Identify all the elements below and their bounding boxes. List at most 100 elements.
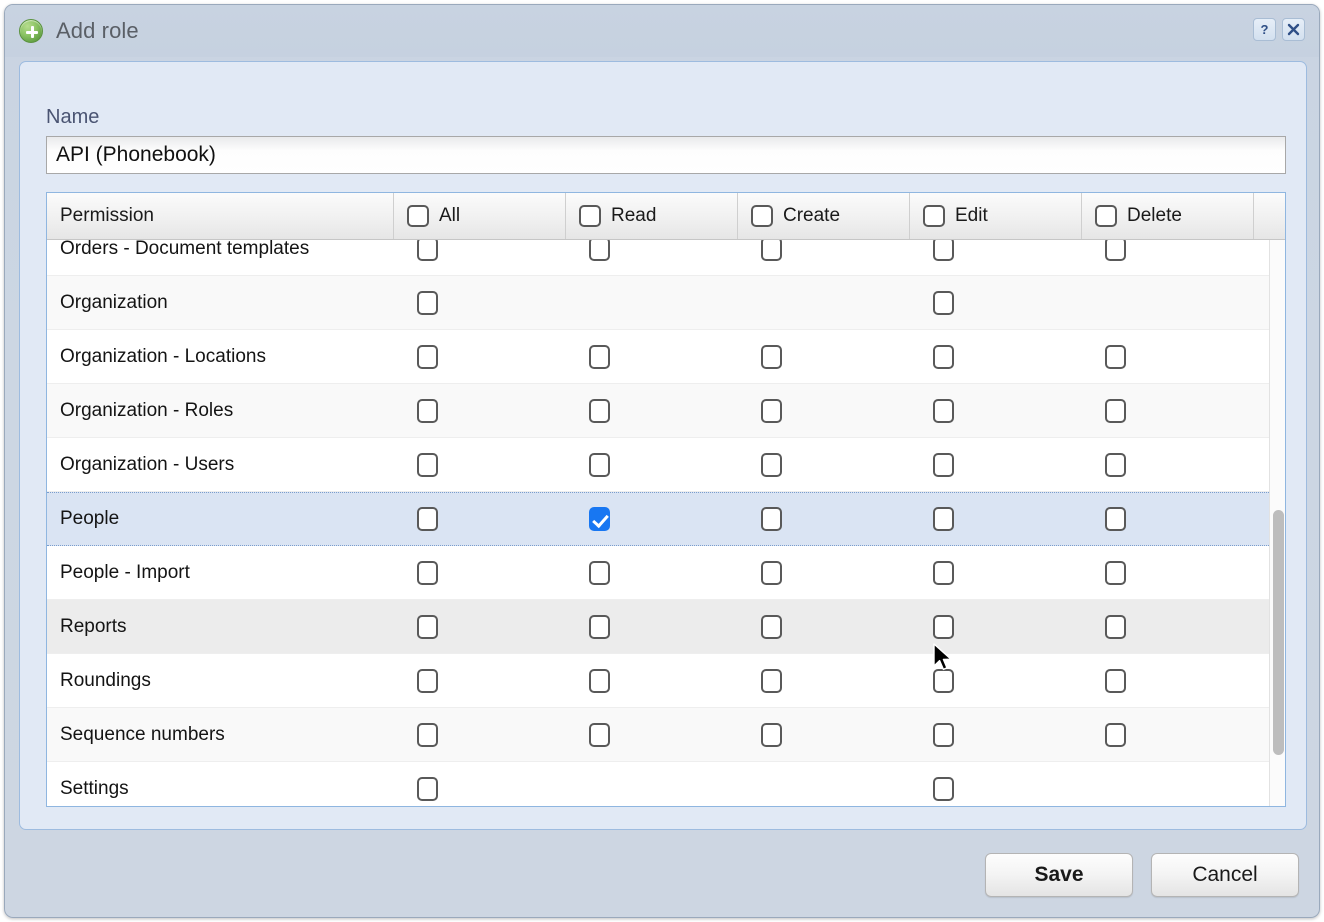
permission-create-checkbox[interactable] xyxy=(761,240,782,261)
permission-all-checkbox[interactable] xyxy=(417,398,438,423)
select-all-read-checkbox[interactable] xyxy=(579,205,601,227)
permission-delete-cell[interactable] xyxy=(1082,438,1254,491)
name-input[interactable] xyxy=(46,136,1286,174)
permission-delete-checkbox[interactable] xyxy=(1105,452,1126,477)
permission-edit-checkbox[interactable] xyxy=(933,240,954,261)
permission-edit-checkbox[interactable] xyxy=(933,507,954,531)
permission-read-cell[interactable] xyxy=(566,384,738,437)
permission-delete-checkbox[interactable] xyxy=(1105,668,1126,693)
permission-read-cell[interactable] xyxy=(566,438,738,491)
permission-delete-checkbox[interactable] xyxy=(1105,344,1126,369)
permission-delete-cell[interactable] xyxy=(1082,240,1254,275)
permission-delete-cell[interactable] xyxy=(1082,546,1254,599)
permission-create-checkbox[interactable] xyxy=(761,668,782,693)
select-all-delete-checkbox[interactable] xyxy=(1095,205,1117,227)
permission-edit-cell[interactable] xyxy=(910,330,1082,383)
permission-read-checkbox[interactable] xyxy=(589,398,610,423)
permission-create-cell[interactable] xyxy=(738,240,910,275)
permission-edit-checkbox[interactable] xyxy=(933,560,954,585)
column-header-edit[interactable]: Edit xyxy=(910,193,1082,239)
column-header-all[interactable]: All xyxy=(394,193,566,239)
permission-edit-checkbox[interactable] xyxy=(933,776,954,801)
permission-all-cell[interactable] xyxy=(394,546,566,599)
permission-create-cell[interactable] xyxy=(738,600,910,653)
permission-edit-checkbox[interactable] xyxy=(933,344,954,369)
permission-read-cell[interactable] xyxy=(566,654,738,707)
close-button[interactable] xyxy=(1282,18,1305,41)
permission-all-checkbox[interactable] xyxy=(417,452,438,477)
permission-edit-cell[interactable] xyxy=(910,762,1082,806)
permission-all-checkbox[interactable] xyxy=(417,776,438,801)
permission-create-checkbox[interactable] xyxy=(761,398,782,423)
permission-read-checkbox[interactable] xyxy=(589,668,610,693)
permission-delete-cell[interactable] xyxy=(1082,708,1254,761)
permission-all-cell[interactable] xyxy=(394,600,566,653)
permission-edit-cell[interactable] xyxy=(910,276,1082,329)
permission-read-cell[interactable] xyxy=(566,708,738,761)
permission-create-checkbox[interactable] xyxy=(761,614,782,639)
permission-create-checkbox[interactable] xyxy=(761,560,782,585)
permission-delete-cell[interactable] xyxy=(1082,600,1254,653)
permission-edit-cell[interactable] xyxy=(910,708,1082,761)
permission-all-checkbox[interactable] xyxy=(417,507,438,531)
permission-read-checkbox[interactable] xyxy=(589,240,610,261)
permission-create-cell[interactable] xyxy=(738,654,910,707)
table-row[interactable]: Reports xyxy=(47,600,1285,654)
permission-all-checkbox[interactable] xyxy=(417,240,438,261)
table-row[interactable]: Organization - Locations xyxy=(47,330,1285,384)
column-header-delete[interactable]: Delete xyxy=(1082,193,1254,239)
save-button[interactable]: Save xyxy=(985,853,1133,897)
column-header-create[interactable]: Create xyxy=(738,193,910,239)
permission-create-checkbox[interactable] xyxy=(761,722,782,747)
table-row[interactable]: Roundings xyxy=(47,654,1285,708)
grid-scrollbar-track[interactable] xyxy=(1269,240,1285,806)
permission-delete-checkbox[interactable] xyxy=(1105,398,1126,423)
permission-edit-checkbox[interactable] xyxy=(933,290,954,315)
permission-read-cell[interactable] xyxy=(566,240,738,275)
table-row[interactable]: Sequence numbers xyxy=(47,708,1285,762)
permission-read-checkbox[interactable] xyxy=(589,344,610,369)
permission-all-cell[interactable] xyxy=(394,438,566,491)
permission-create-checkbox[interactable] xyxy=(761,452,782,477)
permission-read-cell[interactable] xyxy=(566,330,738,383)
permission-edit-checkbox[interactable] xyxy=(933,722,954,747)
permission-delete-checkbox[interactable] xyxy=(1105,507,1126,531)
permission-delete-checkbox[interactable] xyxy=(1105,614,1126,639)
table-row[interactable]: Orders - Document templates xyxy=(47,240,1285,276)
permission-delete-checkbox[interactable] xyxy=(1105,722,1126,747)
column-header-read[interactable]: Read xyxy=(566,193,738,239)
permission-read-checkbox[interactable] xyxy=(589,722,610,747)
permission-all-checkbox[interactable] xyxy=(417,614,438,639)
permission-all-cell[interactable] xyxy=(394,493,566,545)
permission-create-cell[interactable] xyxy=(738,384,910,437)
permission-delete-cell[interactable] xyxy=(1082,654,1254,707)
permission-delete-cell[interactable] xyxy=(1082,493,1254,545)
permission-edit-cell[interactable] xyxy=(910,546,1082,599)
permission-all-checkbox[interactable] xyxy=(417,290,438,315)
permission-edit-cell[interactable] xyxy=(910,384,1082,437)
permission-all-cell[interactable] xyxy=(394,384,566,437)
table-row[interactable]: People xyxy=(47,492,1285,546)
select-all-create-checkbox[interactable] xyxy=(751,205,773,227)
table-row[interactable]: Settings xyxy=(47,762,1285,806)
table-row[interactable]: People - Import xyxy=(47,546,1285,600)
permission-all-cell[interactable] xyxy=(394,240,566,275)
permission-edit-cell[interactable] xyxy=(910,240,1082,275)
permission-delete-cell[interactable] xyxy=(1082,330,1254,383)
table-row[interactable]: Organization xyxy=(47,276,1285,330)
permission-delete-checkbox[interactable] xyxy=(1105,560,1126,585)
permission-read-cell[interactable] xyxy=(566,600,738,653)
permission-all-cell[interactable] xyxy=(394,708,566,761)
permission-edit-cell[interactable] xyxy=(910,438,1082,491)
permission-all-checkbox[interactable] xyxy=(417,722,438,747)
permission-read-checkbox[interactable] xyxy=(589,560,610,585)
grid-scrollbar-thumb[interactable] xyxy=(1273,510,1284,755)
permission-read-checkbox[interactable] xyxy=(589,452,610,477)
permission-all-cell[interactable] xyxy=(394,654,566,707)
permission-edit-checkbox[interactable] xyxy=(933,668,954,693)
permission-create-cell[interactable] xyxy=(738,546,910,599)
permission-delete-checkbox[interactable] xyxy=(1105,240,1126,261)
permission-all-cell[interactable] xyxy=(394,762,566,806)
permission-read-checkbox[interactable] xyxy=(589,614,610,639)
permission-all-checkbox[interactable] xyxy=(417,344,438,369)
